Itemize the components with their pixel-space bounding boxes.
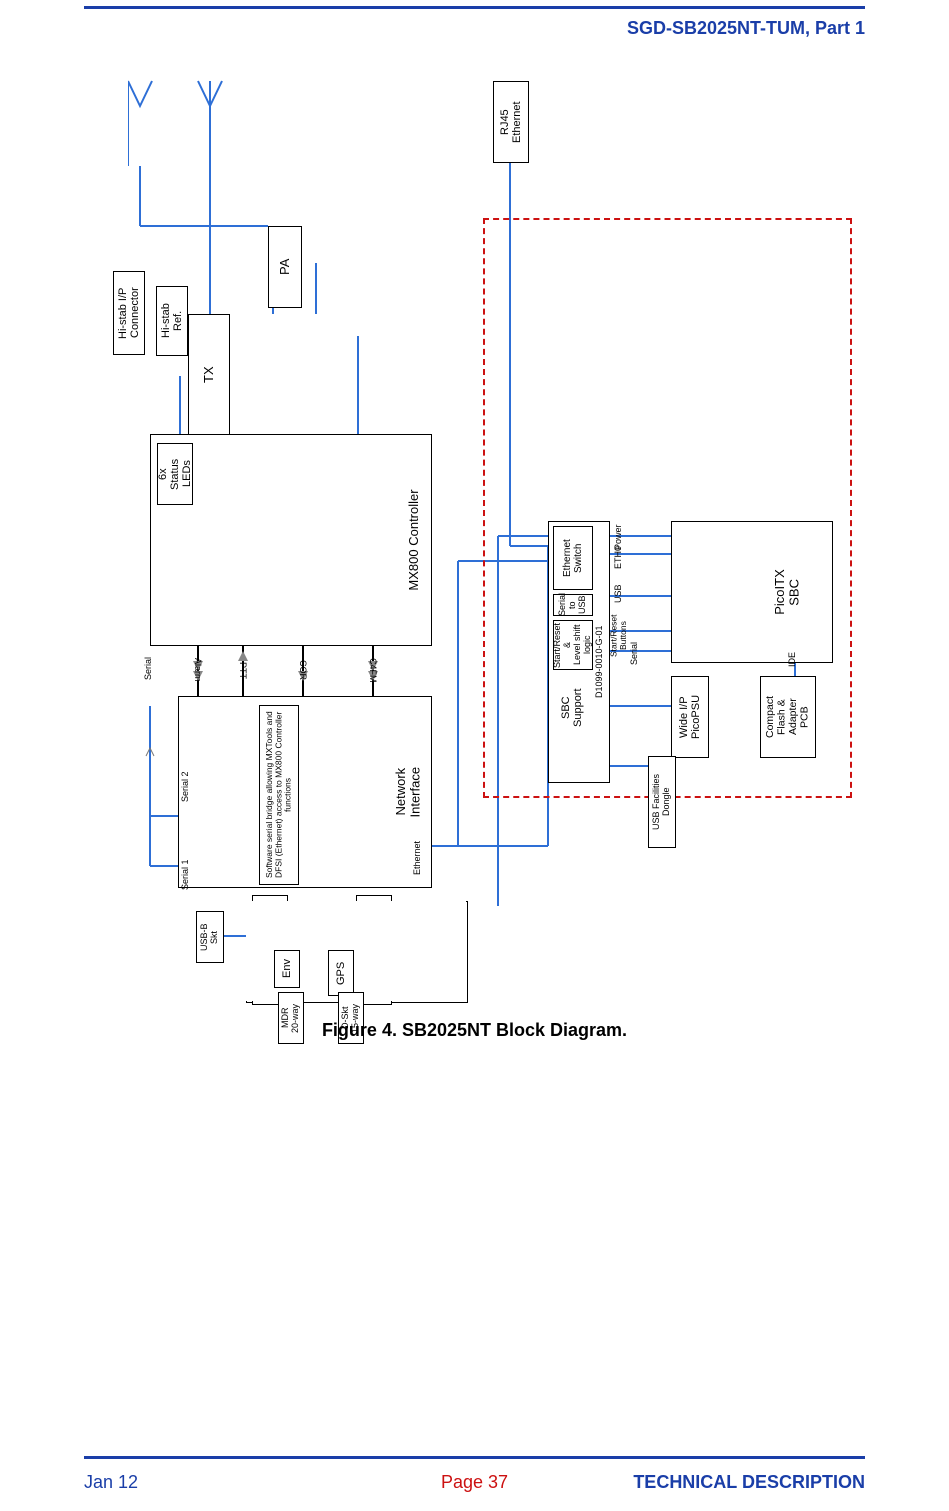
label-c4fm: C4FM — [365, 648, 379, 692]
label-ide: IDE — [786, 646, 800, 672]
block-diagram: Hi-stab I/PConnector Hi-stabRef. TX RX P… — [128, 56, 858, 1016]
label-alarm: Alarm — [190, 648, 204, 692]
label-serial1: Serial 1 — [178, 844, 194, 890]
label-ptt: PTT — [235, 648, 249, 692]
sbc-support-part: D1099-0010-G-01 — [593, 602, 607, 722]
usb-b-socket: USB-BSkt — [196, 911, 224, 963]
network-sw-bridge: Software serial bridge allowing MXTools … — [259, 705, 299, 885]
ethernet-switch: EthernetSwitch — [553, 526, 593, 590]
gps-block: GPS — [328, 950, 354, 996]
label-serial-port: Serial — [628, 642, 642, 676]
rj45-ethernet: RJ45Ethernet — [493, 81, 529, 163]
label-ethernet: Ethernet — [410, 832, 426, 884]
compact-flash-adapter: CompactFlash &AdapterPCB — [760, 676, 816, 758]
serial-to-usb: Serial to USB — [553, 594, 593, 616]
wide-ip-picopsu: Wide I/PPicoPSU — [671, 676, 709, 758]
hi-stab-ip-connector: Hi-stab I/PConnector — [113, 271, 145, 355]
sbc-support-board: EthernetSwitch Serial to USB Start/Reset… — [548, 521, 610, 783]
tx-block: TX — [188, 314, 230, 436]
footer-section: TECHNICAL DESCRIPTION — [633, 1472, 865, 1493]
label-cor: COR — [295, 648, 309, 692]
usb-facilities-dongle: USB FacilitiesDongle — [648, 756, 676, 848]
mx800-controller: MX800 Controller 6xStatusLEDs — [150, 434, 432, 646]
env-block: Env — [274, 950, 300, 988]
mx800-status-leds: 6xStatusLEDs — [157, 443, 193, 505]
figure-caption: Figure 4. SB2025NT Block Diagram. — [0, 1020, 949, 1041]
hi-stab-ref: Hi-stabRef. — [156, 286, 188, 356]
label-eth0: ETH0 — [612, 546, 626, 580]
pa-block: PA — [268, 226, 302, 308]
picoitx-sbc: PicoITXSBC — [671, 521, 833, 663]
label-serial2: Serial 2 — [178, 756, 194, 802]
label-start-reset-buttons: Start/ResetButtons — [612, 614, 626, 658]
header-title: SGD-SB2025NT-TUM, Part 1 — [627, 18, 865, 39]
start-reset-logic: Start/Reset &Level shiftlogic — [553, 620, 593, 670]
sbc-support-label: SBCSupport — [553, 678, 591, 738]
label-serial: Serial — [142, 648, 156, 688]
label-usb: USB — [612, 584, 626, 614]
network-interface: Network Interface Software serial bridge… — [178, 696, 432, 888]
